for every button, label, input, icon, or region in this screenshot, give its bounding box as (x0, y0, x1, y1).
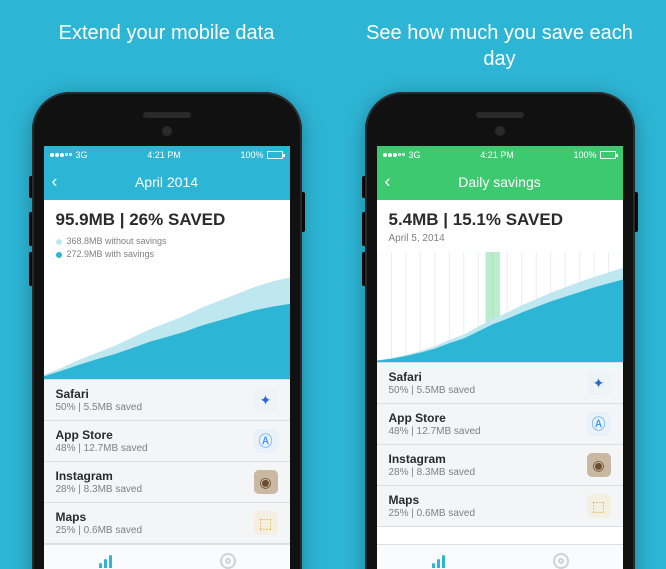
battery-icon (267, 151, 283, 159)
legend-with-label: 272.9MB with savings (67, 248, 155, 261)
app-name: Safari (56, 387, 143, 401)
stats-date: April 5, 2014 (389, 233, 611, 244)
promo-title: Extend your mobile data (0, 20, 333, 92)
app-icon: ✦ (254, 388, 278, 412)
app-savings: 28% | 8.3MB saved (389, 467, 476, 478)
stats-summary: 5.4MB | 15.1% SAVED April 5, 2014 (377, 200, 623, 252)
promo-panel-right: See how much you save each day 3G 4:21 P… (333, 0, 666, 569)
savings-tab-icon (99, 554, 112, 568)
tab-bar: Savings Settings (44, 544, 290, 569)
carrier-label: 3G (76, 150, 88, 160)
app-name: Maps (389, 493, 476, 507)
legend-dot-with-icon (56, 252, 62, 258)
app-row[interactable]: Instagram 28% | 8.3MB saved ◉ (377, 445, 623, 486)
app-row[interactable]: Safari 50% | 5.5MB saved ✦ (377, 363, 623, 404)
app-savings: 28% | 8.3MB saved (56, 484, 143, 495)
phone-frame: 3G 4:21 PM 100% ‹ Daily savings 5.4MB | … (365, 92, 635, 569)
app-icon: ✦ (587, 371, 611, 395)
app-savings: 50% | 5.5MB saved (56, 402, 143, 413)
app-name: Instagram (56, 469, 143, 483)
app-row[interactable]: Maps 25% | 0.6MB saved ⬚ (377, 486, 623, 527)
app-name: Instagram (389, 452, 476, 466)
promo-panel-left: Extend your mobile data 3G 4:21 PM 100% … (0, 0, 333, 569)
app-name: Maps (56, 510, 143, 524)
app-savings: 48% | 12.7MB saved (389, 426, 481, 437)
tab-settings[interactable]: Settings (500, 545, 623, 569)
app-name: Safari (389, 370, 476, 384)
status-time: 4:21 PM (480, 150, 514, 160)
app-row[interactable]: Instagram 28% | 8.3MB saved ◉ (44, 462, 290, 503)
usage-chart (44, 269, 290, 379)
app-icon: Ⓐ (587, 412, 611, 436)
settings-tab-icon (553, 553, 569, 569)
app-savings: 25% | 0.6MB saved (56, 525, 143, 536)
tab-settings[interactable]: Settings (167, 545, 290, 569)
app-name: App Store (389, 411, 481, 425)
promo-title: See how much you save each day (333, 20, 666, 92)
tab-bar: Savings Settings (377, 544, 623, 569)
status-bar: 3G 4:21 PM 100% (377, 146, 623, 164)
battery-icon (600, 151, 616, 159)
signal-dots-icon (383, 153, 405, 157)
tab-savings[interactable]: Savings (44, 545, 167, 569)
settings-tab-icon (220, 553, 236, 569)
nav-title: April 2014 (135, 174, 198, 190)
stats-summary: 95.9MB | 26% SAVED 368.8MB without savin… (44, 200, 290, 269)
tab-savings[interactable]: Savings (377, 545, 500, 569)
app-savings: 25% | 0.6MB saved (389, 508, 476, 519)
app-icon: Ⓐ (254, 429, 278, 453)
app-name: App Store (56, 428, 148, 442)
app-row[interactable]: App Store 48% | 12.7MB saved Ⓐ (44, 421, 290, 462)
legend-dot-without-icon (56, 239, 62, 245)
nav-bar: ‹ Daily savings (377, 164, 623, 200)
nav-bar: ‹ April 2014 (44, 164, 290, 200)
legend: 368.8MB without savings 272.9MB with sav… (56, 235, 278, 261)
app-savings: 50% | 5.5MB saved (389, 385, 476, 396)
phone-screen: 3G 4:21 PM 100% ‹ Daily savings 5.4MB | … (377, 146, 623, 569)
usage-chart (377, 252, 623, 362)
carrier-label: 3G (409, 150, 421, 160)
phone-frame: 3G 4:21 PM 100% ‹ April 2014 95.9MB | 26… (32, 92, 302, 569)
app-icon: ◉ (587, 453, 611, 477)
stats-headline: 5.4MB | 15.1% SAVED (389, 210, 611, 230)
phone-screen: 3G 4:21 PM 100% ‹ April 2014 95.9MB | 26… (44, 146, 290, 569)
battery-percent: 100% (573, 150, 596, 160)
app-row[interactable]: App Store 48% | 12.7MB saved Ⓐ (377, 404, 623, 445)
battery-percent: 100% (240, 150, 263, 160)
back-button[interactable]: ‹ (385, 172, 391, 193)
nav-title: Daily savings (458, 174, 540, 190)
signal-dots-icon (50, 153, 72, 157)
savings-tab-icon (432, 554, 445, 568)
legend-without-label: 368.8MB without savings (67, 235, 167, 248)
app-savings: 48% | 12.7MB saved (56, 443, 148, 454)
status-bar: 3G 4:21 PM 100% (44, 146, 290, 164)
app-row[interactable]: Safari 50% | 5.5MB saved ✦ (44, 380, 290, 421)
app-row[interactable]: Maps 25% | 0.6MB saved ⬚ (44, 503, 290, 544)
stats-headline: 95.9MB | 26% SAVED (56, 210, 278, 230)
app-icon: ⬚ (587, 494, 611, 518)
app-icon: ⬚ (254, 511, 278, 535)
status-time: 4:21 PM (147, 150, 181, 160)
app-icon: ◉ (254, 470, 278, 494)
back-button[interactable]: ‹ (52, 172, 58, 193)
